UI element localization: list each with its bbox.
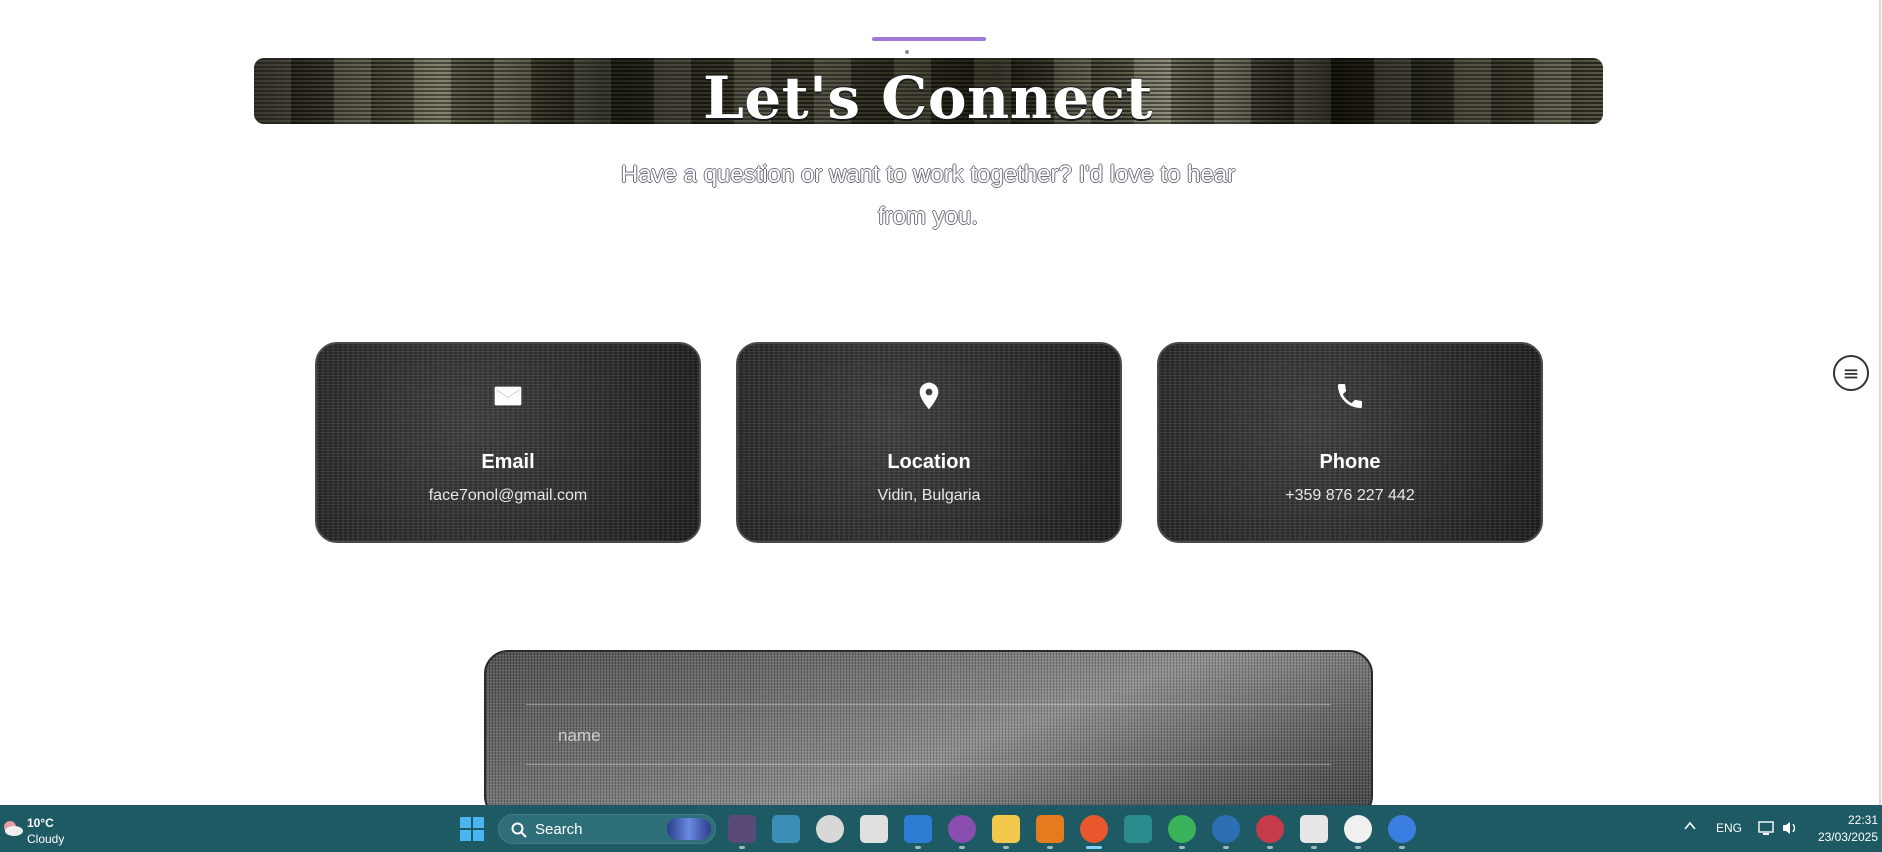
card-title: Location: [887, 451, 971, 473]
name-field-label[interactable]: name: [558, 726, 601, 746]
page-subtitle: Have a question or want to work together…: [620, 161, 1236, 230]
location-value: Vidin, Bulgaria: [877, 487, 981, 504]
clock-date[interactable]: 23/03/2025: [1808, 830, 1878, 844]
location-pin-icon: [738, 380, 1120, 417]
search-label: Search: [535, 821, 583, 838]
app-ai-icon[interactable]: [1344, 815, 1372, 849]
windows-taskbar: 10°C Cloudy Search ENG 22:31 23/03/2025: [0, 805, 1882, 852]
weather-description: Cloudy: [27, 832, 65, 846]
app-vs-icon[interactable]: [1124, 815, 1152, 843]
weather-temperature: 10°C: [27, 816, 54, 830]
card-title: Email: [481, 451, 535, 473]
contact-form-panel: name: [484, 650, 1373, 805]
contact-card-phone[interactable]: Phone +359 876 227 442: [1157, 342, 1543, 543]
name-field-underline: [526, 764, 1331, 765]
app-vscode-icon[interactable]: [904, 815, 932, 849]
app-copilot-icon[interactable]: [1388, 815, 1416, 849]
start-button[interactable]: [460, 817, 484, 841]
menu-icon: [1844, 369, 1858, 379]
app-github-icon[interactable]: [948, 815, 976, 849]
language-indicator[interactable]: ENG: [1716, 821, 1742, 835]
phone-value[interactable]: +359 876 227 442: [1159, 487, 1541, 505]
app-firefox-icon[interactable]: [1080, 815, 1108, 849]
search-icon: [511, 822, 527, 838]
page-title: Let's Connect: [703, 64, 1153, 132]
form-divider: [526, 704, 1331, 705]
app-davinci-icon[interactable]: [1256, 815, 1284, 849]
section-accent-bar: [872, 37, 986, 41]
app-network-icon[interactable]: [1212, 815, 1240, 849]
window-edge: [1879, 0, 1881, 805]
contact-page: Let's Connect Have a question or want to…: [0, 0, 1880, 805]
app-sublime-icon[interactable]: [1036, 815, 1064, 849]
tray-chevron-up-icon[interactable]: [1683, 819, 1697, 833]
card-title: Phone: [1319, 451, 1381, 473]
app-window-icon[interactable]: [772, 815, 800, 843]
app-chrome-icon[interactable]: [1168, 815, 1196, 849]
app-terminal-icon[interactable]: [1300, 815, 1328, 849]
contact-card-email[interactable]: Email face7onol@gmail.com: [315, 342, 701, 543]
mail-icon: [317, 380, 699, 417]
tray-network-volume-icon[interactable]: [1757, 819, 1803, 837]
clock-time[interactable]: 22:31: [1822, 813, 1878, 827]
weather-widget[interactable]: 10°C Cloudy: [0, 813, 90, 847]
cloudy-weather-icon: [4, 821, 23, 836]
search-highlight-icon: [667, 818, 711, 840]
email-value[interactable]: face7onol@gmail.com: [317, 487, 699, 505]
accent-dot: [905, 50, 909, 54]
app-photos-icon[interactable]: [860, 815, 888, 843]
contact-card-location[interactable]: Location Vidin, Bulgaria: [736, 342, 1122, 543]
app-game-icon[interactable]: [728, 815, 756, 849]
phone-icon: [1159, 380, 1541, 417]
taskbar-search[interactable]: Search: [498, 814, 716, 844]
app-file-explorer-icon[interactable]: [992, 815, 1020, 849]
app-settings-icon[interactable]: [816, 815, 844, 843]
floating-menu-button[interactable]: [1833, 355, 1869, 391]
